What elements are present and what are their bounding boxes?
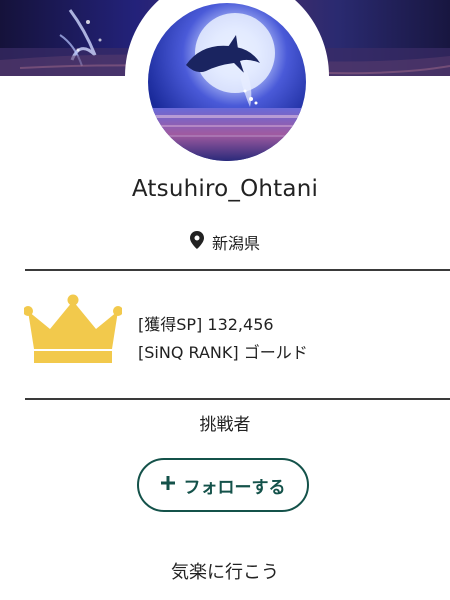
rank-row: [SiNQ RANK] ゴールド xyxy=(138,339,308,367)
rank-label: [SiNQ RANK] xyxy=(138,343,239,362)
sp-value: 132,456 xyxy=(207,315,274,334)
profile-username: Atsuhiro_Ohtani xyxy=(131,176,319,202)
divider-top xyxy=(25,269,450,271)
profile-bio: 気楽に行こう xyxy=(171,562,279,583)
follow-label: フォローする xyxy=(183,477,286,498)
profile-role: 挑戦者 xyxy=(199,415,251,435)
location-text: 新潟県 xyxy=(211,234,260,253)
stats-block: [獲得SP] 132,456 [SiNQ RANK] ゴールド xyxy=(138,311,308,367)
rank-value: ゴールド xyxy=(243,343,308,362)
divider-bottom xyxy=(25,398,450,400)
map-pin-icon xyxy=(189,231,204,253)
plus-icon xyxy=(160,475,175,495)
sp-label: [獲得SP] xyxy=(138,315,203,334)
profile-location: 新潟県 xyxy=(0,230,450,254)
follow-button[interactable]: フォローする xyxy=(137,458,309,512)
sp-row: [獲得SP] 132,456 xyxy=(138,311,308,339)
crown-icon xyxy=(23,293,123,365)
avatar[interactable] xyxy=(148,3,306,161)
